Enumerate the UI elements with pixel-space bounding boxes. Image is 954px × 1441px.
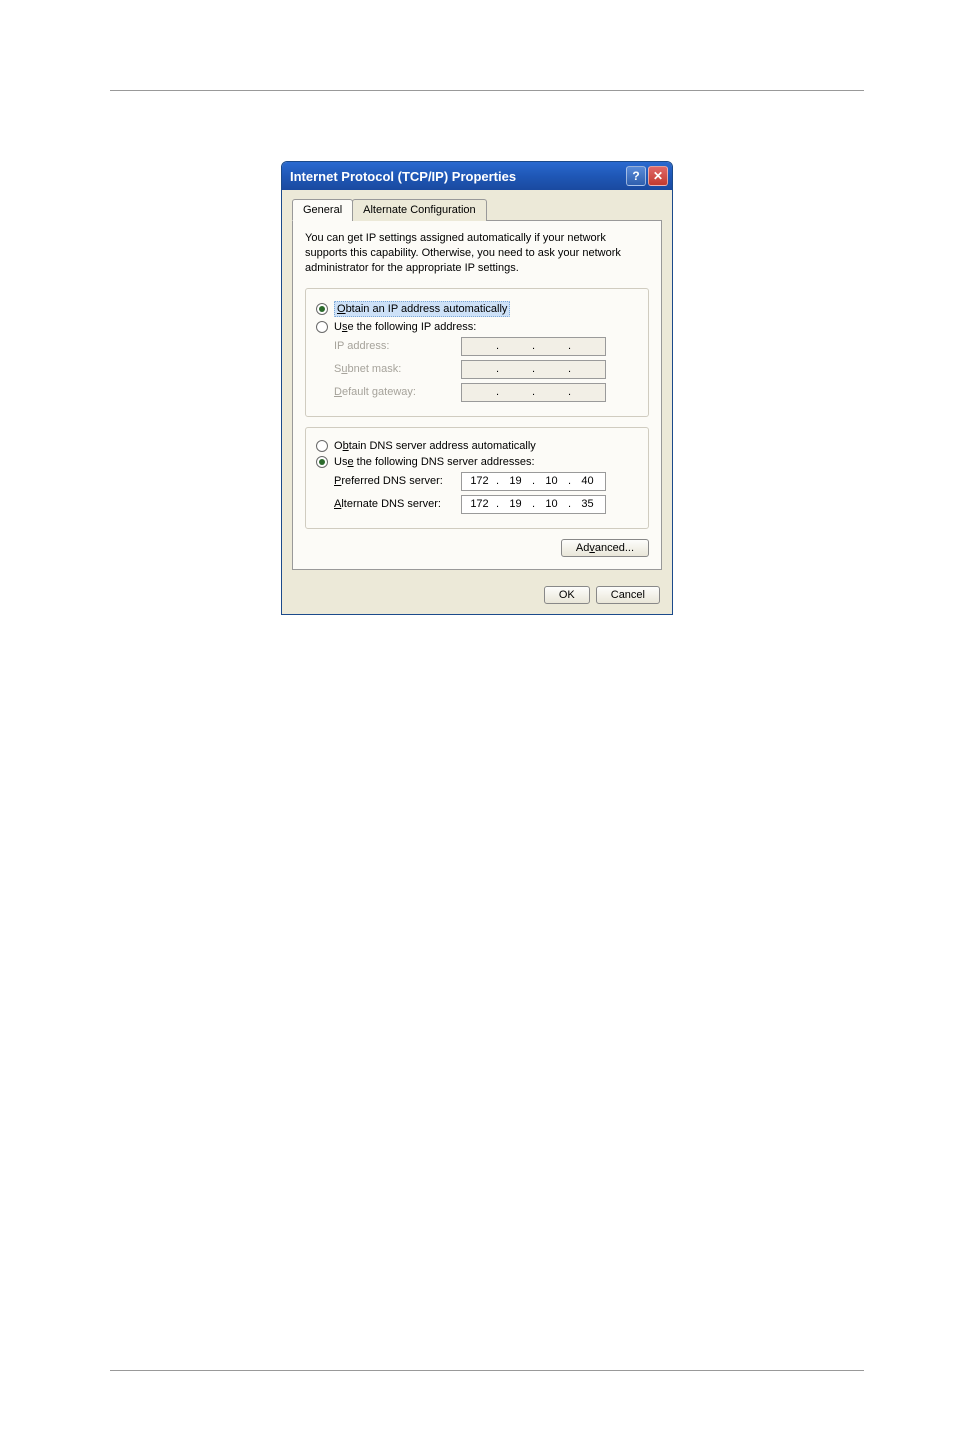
accel-a: A	[334, 498, 341, 510]
accel-e: e	[347, 456, 353, 468]
row-alternate-dns: Alternate DNS server: 172. 19. 10. 35	[316, 495, 638, 514]
pref-dns-b[interactable]: 19	[505, 475, 527, 487]
input-preferred-dns[interactable]: 172. 19. 10. 40	[461, 472, 606, 491]
radio-obtain-ip-row[interactable]: Obtain an IP address automatically	[316, 301, 638, 317]
input-subnet-mask: ...	[461, 360, 606, 379]
row-ip-address: IP address: ...	[316, 337, 638, 356]
accel-u: u	[341, 363, 347, 375]
alt-dns-d[interactable]: 35	[577, 498, 599, 510]
radio-use-ip-row[interactable]: Use the following IP address:	[316, 321, 638, 333]
label-default-gateway: Default gateway:	[316, 386, 461, 398]
radio-use-dns-label: Use the following DNS server addresses:	[334, 456, 535, 468]
accel-b: b	[343, 440, 349, 452]
tabstrip: General Alternate Configuration	[292, 198, 662, 221]
radio-obtain-dns[interactable]	[316, 440, 328, 452]
tab-alternate[interactable]: Alternate Configuration	[352, 199, 487, 221]
advanced-row: Advanced...	[305, 539, 649, 557]
accel-d: D	[334, 386, 342, 398]
radio-obtain-ip[interactable]	[316, 303, 328, 315]
row-preferred-dns: Preferred DNS server: 172. 19. 10. 40	[316, 472, 638, 491]
input-ip-address: ...	[461, 337, 606, 356]
advanced-button[interactable]: Advanced...	[561, 539, 649, 557]
pref-dns-c[interactable]: 10	[541, 475, 563, 487]
radio-obtain-dns-label: Obtain DNS server address automatically	[334, 440, 536, 452]
radio-obtain-ip-label: Obtain an IP address automatically	[334, 301, 510, 317]
radio-use-dns[interactable]	[316, 456, 328, 468]
ip-fieldset: Obtain an IP address automatically Use t…	[305, 288, 649, 417]
titlebar[interactable]: Internet Protocol (TCP/IP) Properties ? …	[282, 162, 672, 190]
dialog-title: Internet Protocol (TCP/IP) Properties	[290, 169, 624, 184]
row-default-gateway: Default gateway: ...	[316, 383, 638, 402]
alt-dns-a[interactable]: 172	[469, 498, 491, 510]
tcpip-properties-dialog: Internet Protocol (TCP/IP) Properties ? …	[281, 161, 673, 615]
help-button[interactable]: ?	[626, 166, 646, 186]
radio-use-ip[interactable]	[316, 321, 328, 333]
dialog-footer: OK Cancel	[282, 578, 672, 614]
label-preferred-dns: Preferred DNS server:	[316, 475, 461, 487]
accel-s: s	[342, 321, 348, 333]
close-button[interactable]: ✕	[648, 166, 668, 186]
input-alternate-dns[interactable]: 172. 19. 10. 35	[461, 495, 606, 514]
accel-o: O	[337, 303, 346, 315]
dns-fieldset: Obtain DNS server address automatically …	[305, 427, 649, 529]
accel-v: v	[589, 542, 595, 554]
general-panel: You can get IP settings assigned automat…	[292, 221, 662, 570]
ok-button[interactable]: OK	[544, 586, 590, 604]
page-divider-top	[110, 90, 864, 91]
label-ip-address: IP address:	[316, 340, 461, 352]
radio-use-dns-row[interactable]: Use the following DNS server addresses:	[316, 456, 638, 468]
radio-use-ip-label: Use the following IP address:	[334, 321, 476, 333]
pref-dns-a[interactable]: 172	[469, 475, 491, 487]
pref-dns-d[interactable]: 40	[577, 475, 599, 487]
alt-dns-c[interactable]: 10	[541, 498, 563, 510]
description-text: You can get IP settings assigned automat…	[305, 231, 649, 276]
label-alternate-dns: Alternate DNS server:	[316, 498, 461, 510]
alt-dns-b[interactable]: 19	[505, 498, 527, 510]
dialog-wrapper: Internet Protocol (TCP/IP) Properties ? …	[281, 161, 673, 615]
page-divider-bottom	[110, 1370, 864, 1371]
tab-general[interactable]: General	[292, 199, 353, 221]
row-subnet-mask: Subnet mask: ...	[316, 360, 638, 379]
accel-p: P	[334, 475, 341, 487]
input-default-gateway: ...	[461, 383, 606, 402]
cancel-button[interactable]: Cancel	[596, 586, 660, 604]
radio-obtain-dns-row[interactable]: Obtain DNS server address automatically	[316, 440, 638, 452]
label-subnet-mask: Subnet mask:	[316, 363, 461, 375]
